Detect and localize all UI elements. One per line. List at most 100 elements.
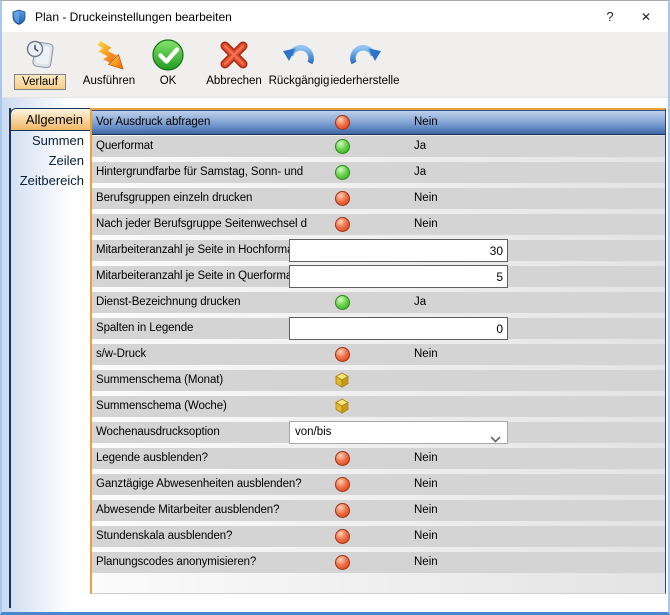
- status-indicator[interactable]: [335, 503, 350, 518]
- row-label: Ganztägige Abwesenheiten ausblenden?: [96, 474, 334, 495]
- row-label: Summenschema (Monat): [96, 370, 334, 391]
- row-value: Nein: [414, 526, 438, 547]
- sidebar-tabstrip: Allgemein Summen Zeilen Zeitbereich: [2, 98, 90, 612]
- status-indicator[interactable]: [335, 115, 350, 130]
- settings-row[interactable]: Spalten in Legende 0 0: [92, 318, 665, 344]
- status-indicator[interactable]: [335, 217, 350, 232]
- row-label: Wochenausdrucksoption: [96, 422, 220, 443]
- row-label: Abwesende Mitarbeiter ausblenden?: [96, 500, 334, 521]
- row-value: Nein: [414, 214, 438, 235]
- settings-row[interactable]: s/w-Druck Nein Nein: [92, 344, 665, 370]
- settings-row[interactable]: Mitarbeiteranzahl je Seite in Querformat…: [92, 266, 665, 292]
- row-dropdown[interactable]: von/bis: [289, 421, 508, 444]
- row-value: Ja: [414, 292, 426, 313]
- abbrechen-button[interactable]: Abbrechen: [202, 36, 266, 94]
- rueckgaengig-button[interactable]: Rückgängig: [268, 36, 330, 94]
- row-value: Nein: [414, 474, 438, 495]
- settings-row[interactable]: Stundenskala ausblenden? Nein Nein: [92, 526, 665, 552]
- row-value: Nein: [414, 188, 438, 209]
- settings-row[interactable]: Querformat Ja Ja: [92, 136, 665, 162]
- row-input[interactable]: [289, 265, 508, 288]
- tab-zeilen[interactable]: Zeilen: [49, 151, 84, 171]
- tab-summen[interactable]: Summen: [32, 131, 84, 151]
- close-button[interactable]: ✕: [628, 1, 664, 32]
- app-shield-icon: [11, 9, 27, 25]
- status-indicator[interactable]: [335, 347, 350, 362]
- row-label: Planungscodes anonymisieren?: [96, 552, 334, 573]
- settings-row[interactable]: Summenschema (Monat): [92, 370, 665, 396]
- settings-panel: Vor Ausdruck abfragen Nein Nein: [90, 108, 666, 594]
- row-value: Nein: [414, 344, 438, 365]
- undo-arrow-icon: [281, 36, 317, 74]
- window-title: Plan - Druckeinstellungen bearbeiten: [35, 10, 592, 24]
- row-label: Legende ausblenden?: [96, 448, 334, 469]
- schema-cube-icon[interactable]: [334, 398, 350, 419]
- settings-row[interactable]: Mitarbeiteranzahl je Seite in Hochformat…: [92, 240, 665, 266]
- settings-row[interactable]: Abwesende Mitarbeiter ausblenden? Nein N…: [92, 500, 665, 526]
- chevron-down-icon: [490, 430, 501, 451]
- toolbar-button-label: Ausführen: [83, 74, 135, 89]
- row-label: Querformat: [96, 136, 334, 157]
- settings-row[interactable]: Vor Ausdruck abfragen Nein Nein: [92, 110, 665, 136]
- toolbar-button-label: Verlauf: [14, 74, 66, 90]
- ausfuehren-button[interactable]: Ausführen: [76, 36, 142, 94]
- status-indicator[interactable]: [335, 191, 350, 206]
- row-label: Vor Ausdruck abfragen: [96, 110, 334, 135]
- schema-cube-icon[interactable]: [334, 372, 350, 393]
- dialog-window: Plan - Druckeinstellungen bearbeiten ? ✕…: [0, 0, 670, 615]
- status-indicator[interactable]: [335, 165, 350, 180]
- titlebar: Plan - Druckeinstellungen bearbeiten ? ✕: [2, 1, 668, 32]
- settings-row[interactable]: Berufsgruppen einzeln drucken Nein Nein: [92, 188, 665, 214]
- tabstrip-divider: [9, 108, 11, 608]
- settings-row[interactable]: Planungscodes anonymisieren? Nein Nein: [92, 552, 665, 578]
- cancel-x-icon: [217, 36, 251, 74]
- help-button[interactable]: ?: [592, 1, 628, 32]
- status-indicator[interactable]: [335, 139, 350, 154]
- toolbar-button-label: iederherstelle: [330, 74, 399, 89]
- settings-list: Vor Ausdruck abfragen Nein Nein: [92, 110, 665, 578]
- history-scroll-icon: [23, 36, 57, 74]
- row-value: Nein: [414, 552, 438, 573]
- row-label: s/w-Druck: [96, 344, 334, 365]
- settings-row[interactable]: Hintergrundfarbe für Samstag, Sonn- und …: [92, 162, 665, 188]
- row-value: Nein: [414, 500, 438, 521]
- row-value: Nein: [414, 448, 438, 469]
- toolbar-button-label: OK: [160, 74, 177, 89]
- status-indicator[interactable]: [335, 477, 350, 492]
- settings-row[interactable]: Wochenausdrucksoption von/bis von/bis: [92, 422, 665, 448]
- row-label: Summenschema (Woche): [96, 396, 334, 417]
- row-label: Mitarbeiteranzahl je Seite in Hochformat: [96, 240, 297, 261]
- dropdown-value: von/bis: [295, 426, 331, 438]
- row-input[interactable]: [289, 317, 508, 340]
- toolbar-button-label: Rückgängig: [269, 74, 330, 89]
- status-indicator[interactable]: [335, 529, 350, 544]
- settings-row[interactable]: Summenschema (Woche): [92, 396, 665, 422]
- status-indicator[interactable]: [335, 555, 350, 570]
- row-label: Spalten in Legende: [96, 318, 193, 339]
- redo-arrow-icon: [347, 36, 383, 74]
- status-indicator[interactable]: [335, 295, 350, 310]
- settings-row[interactable]: Legende ausblenden? Nein Nein: [92, 448, 665, 474]
- status-indicator[interactable]: [335, 451, 350, 466]
- row-input[interactable]: [289, 239, 508, 262]
- verlauf-button[interactable]: Verlauf: [6, 36, 74, 94]
- row-value: Ja: [414, 162, 426, 183]
- row-label: Dienst-Bezeichnung drucken: [96, 292, 334, 313]
- row-label: Berufsgruppen einzeln drucken: [96, 188, 334, 209]
- row-label: Mitarbeiteranzahl je Seite in Querformat: [96, 266, 295, 287]
- tab-allgemein[interactable]: Allgemein: [10, 108, 90, 131]
- settings-row[interactable]: Nach jeder Berufsgruppe Seitenwechsel d …: [92, 214, 665, 240]
- settings-row[interactable]: Dienst-Bezeichnung drucken Ja Ja: [92, 292, 665, 318]
- execute-arrow-icon: [92, 36, 126, 74]
- ok-button[interactable]: OK: [144, 36, 192, 94]
- toolbar-button-label: Abbrechen: [206, 74, 262, 89]
- tab-zeitbereich[interactable]: Zeitbereich: [20, 171, 84, 191]
- toolbar: Verlauf Ausführen: [2, 32, 668, 98]
- settings-row[interactable]: Ganztägige Abwesenheiten ausblenden? Nei…: [92, 474, 665, 500]
- row-value: Ja: [414, 136, 426, 157]
- row-label: Nach jeder Berufsgruppe Seitenwechsel d: [96, 214, 334, 235]
- dialog-content: Allgemein Summen Zeilen Zeitbereich Vor …: [2, 98, 668, 612]
- row-label: Stundenskala ausblenden?: [96, 526, 334, 547]
- row-value: Nein: [414, 110, 438, 135]
- wiederherstellen-button[interactable]: iederherstelle: [330, 36, 400, 94]
